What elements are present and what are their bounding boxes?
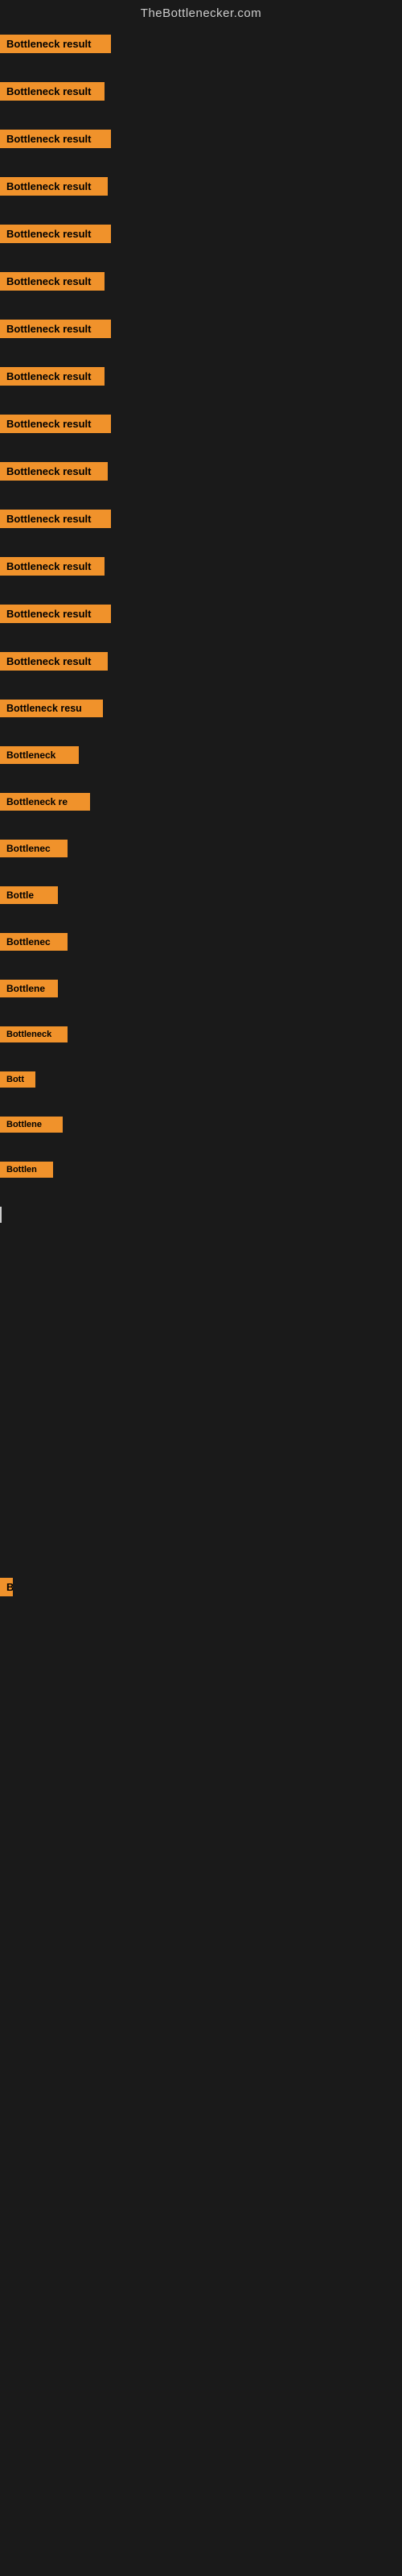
list-item[interactable]: Bottleneck: [0, 1022, 402, 1067]
list-item[interactable]: Bottleneck result: [0, 77, 402, 125]
bottleneck-badge[interactable]: Bottleneck result: [0, 130, 111, 148]
bottleneck-badge[interactable]: Bottleneck result: [0, 557, 105, 576]
bottleneck-badge[interactable]: Bottleneck result: [0, 415, 111, 433]
list-item[interactable]: Bottleneck result: [0, 125, 402, 172]
bottleneck-badge[interactable]: Bottleneck result: [0, 652, 108, 671]
bottleneck-badge[interactable]: Bottleneck result: [0, 272, 105, 291]
list-item[interactable]: Bottleneck result: [0, 457, 402, 505]
bottleneck-badge[interactable]: Bott: [0, 1071, 35, 1088]
bottleneck-badge[interactable]: Bottlenec: [0, 933, 68, 951]
list-item[interactable]: Bottleneck result: [0, 410, 402, 457]
list-item[interactable]: Bottleneck result: [0, 267, 402, 315]
bottleneck-badge[interactable]: Bottlene: [0, 980, 58, 997]
list-item[interactable]: Bottleneck: [0, 741, 402, 788]
list-item[interactable]: Bottlenec: [0, 835, 402, 881]
list-item[interactable]: Bottle: [0, 881, 402, 928]
bottleneck-badge[interactable]: Bottleneck resu: [0, 700, 103, 717]
cursor-line: [0, 1207, 2, 1223]
bottleneck-badge-b[interactable]: B: [0, 1578, 13, 1596]
bottleneck-badge[interactable]: Bottleneck result: [0, 367, 105, 386]
list-item[interactable]: Bottleneck result: [0, 172, 402, 220]
bottleneck-badge[interactable]: Bottlen: [0, 1162, 53, 1178]
empty-space-2: [0, 1624, 402, 2107]
bottleneck-badge[interactable]: Bottleneck result: [0, 605, 111, 623]
bottleneck-badge[interactable]: Bottleneck result: [0, 177, 108, 196]
list-item[interactable]: Bottleneck result: [0, 362, 402, 410]
list-item[interactable]: Bottleneck result: [0, 30, 402, 77]
bottleneck-badge[interactable]: Bottleneck: [0, 746, 79, 764]
list-item[interactable]: Bottleneck re: [0, 788, 402, 835]
bottleneck-badge[interactable]: Bottlenec: [0, 840, 68, 857]
bottleneck-badge[interactable]: Bottlene: [0, 1117, 63, 1133]
site-header: TheBottlenecker.com: [0, 0, 402, 30]
bottleneck-badge[interactable]: Bottleneck: [0, 1026, 68, 1042]
list-item[interactable]: Bottlenec: [0, 928, 402, 975]
list-item[interactable]: Bottleneck result: [0, 647, 402, 695]
list-item[interactable]: Bottleneck resu: [0, 695, 402, 741]
list-item[interactable]: Bottleneck result: [0, 600, 402, 647]
bottleneck-list: Bottleneck result Bottleneck result Bott…: [0, 30, 402, 2107]
list-item[interactable]: Bottleneck result: [0, 220, 402, 267]
list-item[interactable]: Bottlen: [0, 1157, 402, 1202]
list-item[interactable]: Bottlene: [0, 1112, 402, 1157]
list-item[interactable]: Bottleneck result: [0, 505, 402, 552]
list-item[interactable]: Bottleneck result: [0, 552, 402, 600]
list-item[interactable]: Bottleneck result: [0, 315, 402, 362]
bottleneck-badge[interactable]: Bottleneck result: [0, 82, 105, 101]
bottleneck-badge[interactable]: Bottle: [0, 886, 58, 904]
bottleneck-badge[interactable]: Bottleneck result: [0, 35, 111, 53]
bottleneck-badge[interactable]: Bottleneck result: [0, 225, 111, 243]
site-title: TheBottlenecker.com: [141, 6, 261, 20]
list-item[interactable]: B: [0, 1573, 402, 1624]
cursor-indicator: [0, 1202, 402, 1251]
bottleneck-badge[interactable]: Bottleneck result: [0, 320, 111, 338]
bottleneck-badge[interactable]: Bottleneck result: [0, 462, 108, 481]
list-item[interactable]: Bott: [0, 1067, 402, 1112]
list-item[interactable]: Bottlene: [0, 975, 402, 1022]
bottleneck-badge[interactable]: Bottleneck result: [0, 510, 111, 528]
bottleneck-badge[interactable]: Bottleneck re: [0, 793, 90, 811]
empty-space-1: [0, 1251, 402, 1573]
